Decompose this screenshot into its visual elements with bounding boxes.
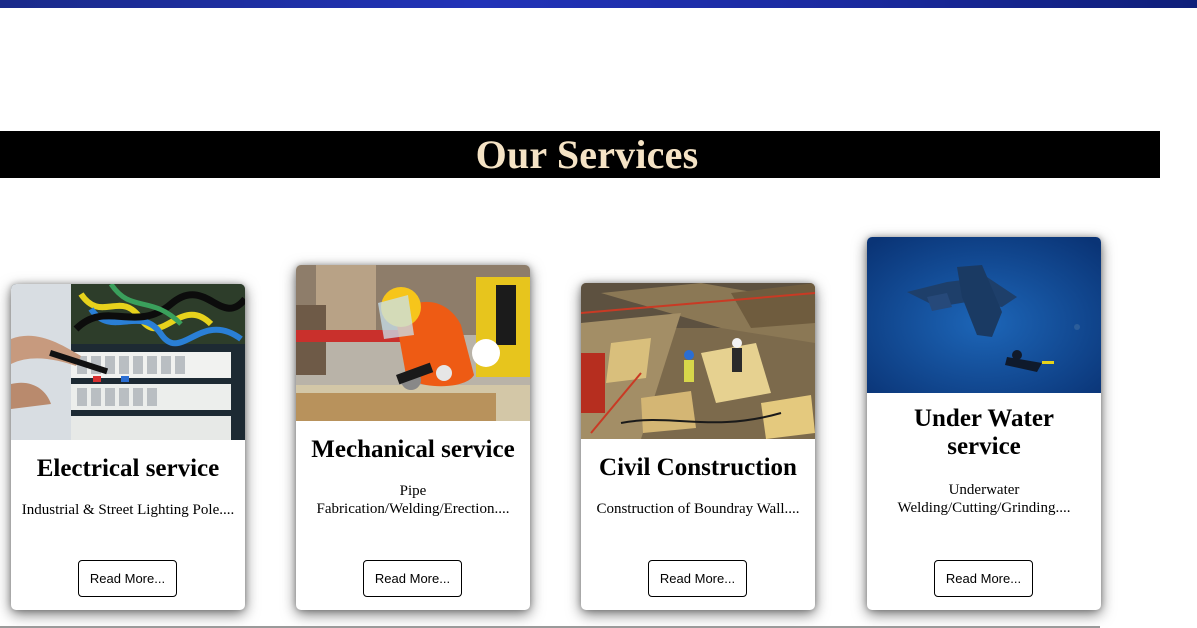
read-more-button[interactable]: Read More... (934, 560, 1033, 597)
read-more-button[interactable]: Read More... (363, 560, 462, 597)
welder-image (296, 265, 530, 421)
electrical-panel-image (11, 284, 245, 440)
underwater-image (867, 237, 1101, 393)
service-description: Construction of Boundray Wall.... (596, 501, 800, 517)
read-more-button[interactable]: Read More... (648, 560, 747, 597)
service-card-underwater: Under Water service Underwater Welding/C… (867, 237, 1101, 610)
hero-image-bottom-edge (0, 0, 1197, 8)
service-title: Under Water service (913, 405, 1055, 460)
service-card-mechanical: Mechanical service Pipe Fabrication/Weld… (296, 265, 530, 610)
services-banner: Our Services (0, 131, 1160, 178)
service-description: Pipe Fabrication/Welding/Erection.... (316, 483, 510, 517)
underwater-diver-icon (867, 237, 1101, 393)
service-card-electrical: Electrical service Industrial & Street L… (11, 284, 245, 610)
welder-grinding-icon (296, 265, 530, 421)
service-card-civil: Civil Construction Construction of Bound… (581, 283, 815, 610)
service-title: Mechanical service (311, 436, 515, 463)
section-title: Our Services (475, 132, 699, 177)
service-description: Underwater Welding/Cutting/Grinding.... (897, 482, 1071, 516)
electrical-panel-icon (11, 284, 245, 440)
construction-site-image (581, 283, 815, 439)
read-more-button[interactable]: Read More... (78, 560, 177, 597)
construction-site-icon (581, 283, 815, 439)
service-description: Industrial & Street Lighting Pole.... (21, 502, 235, 518)
service-title: Civil Construction (599, 454, 797, 481)
service-title: Electrical service (36, 455, 220, 482)
